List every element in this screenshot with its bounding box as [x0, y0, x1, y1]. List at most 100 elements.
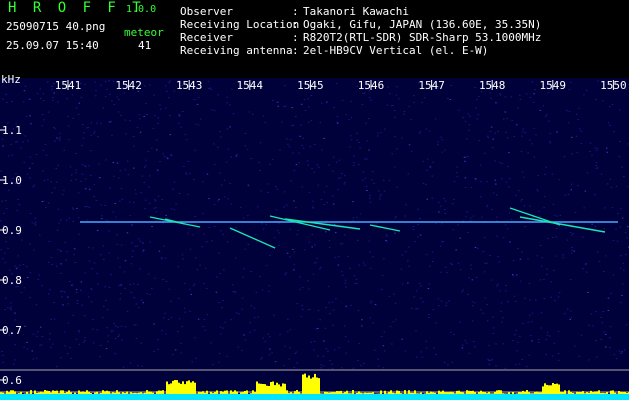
noise-dot [279, 334, 281, 336]
noise-dot [41, 114, 44, 116]
noise-dot [419, 218, 421, 219]
noise-dot [144, 165, 147, 167]
noise-dot [297, 229, 300, 231]
noise-dot [312, 273, 315, 275]
noise-dot [571, 249, 573, 251]
noise-dot [470, 264, 472, 266]
noise-dot [508, 152, 510, 154]
noise-dot [29, 272, 32, 274]
noise-dot [163, 317, 165, 319]
noise-dot [273, 314, 275, 316]
noise-dot [607, 310, 610, 311]
x-tick-label: 1541 [55, 79, 82, 92]
noise-dot [313, 349, 315, 351]
noise-dot [259, 170, 261, 171]
noise-dot [26, 115, 28, 117]
noise-dot [161, 258, 163, 260]
noise-dot [201, 246, 203, 248]
noise-dot [4, 252, 6, 254]
noise-dot [344, 336, 347, 338]
noise-dot [117, 326, 119, 328]
noise-dot [7, 307, 9, 309]
noise-dot [23, 346, 25, 348]
noise-dot [613, 354, 616, 356]
noise-dot [428, 316, 430, 318]
noise-dot [165, 333, 167, 335]
noise-dot [223, 269, 225, 271]
noise-dot [545, 114, 548, 116]
noise-dot [204, 267, 207, 269]
noise-dot [271, 159, 274, 161]
noise-dot [396, 148, 398, 150]
noise-dot [464, 160, 466, 162]
noise-dot [536, 189, 538, 191]
noise-dot [155, 207, 157, 209]
noise-dot [358, 264, 360, 266]
noise-dot [145, 103, 147, 105]
noise-dot [382, 345, 385, 347]
noise-dot [216, 276, 218, 278]
noise-dot [339, 177, 342, 179]
noise-dot [364, 264, 366, 266]
noise-dot [618, 109, 621, 111]
noise-dot [83, 340, 86, 341]
noise-dot [443, 198, 445, 200]
noise-dot [32, 333, 35, 335]
noise-dot [300, 316, 303, 318]
noise-dot [213, 203, 216, 205]
noise-dot [293, 251, 296, 253]
noise-dot [345, 305, 347, 307]
noise-dot [53, 127, 55, 128]
noise-dot [378, 190, 380, 192]
noise-dot [589, 142, 592, 144]
noise-dot [475, 277, 478, 278]
noise-dot [99, 177, 101, 179]
noise-dot [253, 317, 256, 319]
noise-dot [604, 207, 606, 209]
noise-dot [39, 234, 41, 236]
noise-dot [16, 141, 19, 143]
noise-dot [219, 326, 222, 328]
noise-dot [421, 356, 424, 358]
noise-dot [569, 232, 572, 234]
noise-dot [507, 166, 509, 168]
noise-dot [543, 278, 545, 280]
noise-dot [267, 183, 270, 185]
noise-dot [386, 104, 389, 106]
noise-dot [48, 202, 50, 204]
noise-dot [512, 260, 515, 261]
noise-dot [58, 222, 60, 224]
noise-dot [51, 192, 53, 194]
noise-dot [435, 354, 437, 355]
noise-dot [588, 359, 590, 361]
noise-dot [600, 173, 603, 175]
noise-dot [342, 99, 344, 101]
noise-dot [17, 198, 19, 200]
noise-dot [382, 179, 385, 181]
noise-dot [529, 205, 531, 207]
noise-dot [153, 94, 155, 96]
noise-dot [319, 268, 321, 270]
noise-dot [114, 325, 117, 327]
noise-dot [464, 120, 467, 122]
noise-dot [504, 224, 507, 226]
noise-dot [338, 177, 340, 179]
noise-dot [578, 107, 580, 109]
noise-dot [625, 324, 628, 326]
noise-dot [413, 95, 415, 97]
noise-dot [472, 215, 475, 217]
noise-dot [328, 247, 331, 249]
noise-dot [37, 279, 39, 280]
noise-dot [502, 343, 505, 345]
noise-dot [513, 295, 516, 297]
noise-dot [59, 139, 61, 141]
noise-dot [527, 258, 529, 260]
noise-dot [3, 212, 5, 214]
noise-dot [53, 318, 56, 320]
noise-dot [244, 339, 247, 341]
noise-dot [417, 208, 419, 210]
noise-dot [486, 303, 488, 305]
noise-dot [109, 93, 111, 95]
noise-dot [448, 300, 450, 302]
noise-dot [412, 226, 415, 228]
